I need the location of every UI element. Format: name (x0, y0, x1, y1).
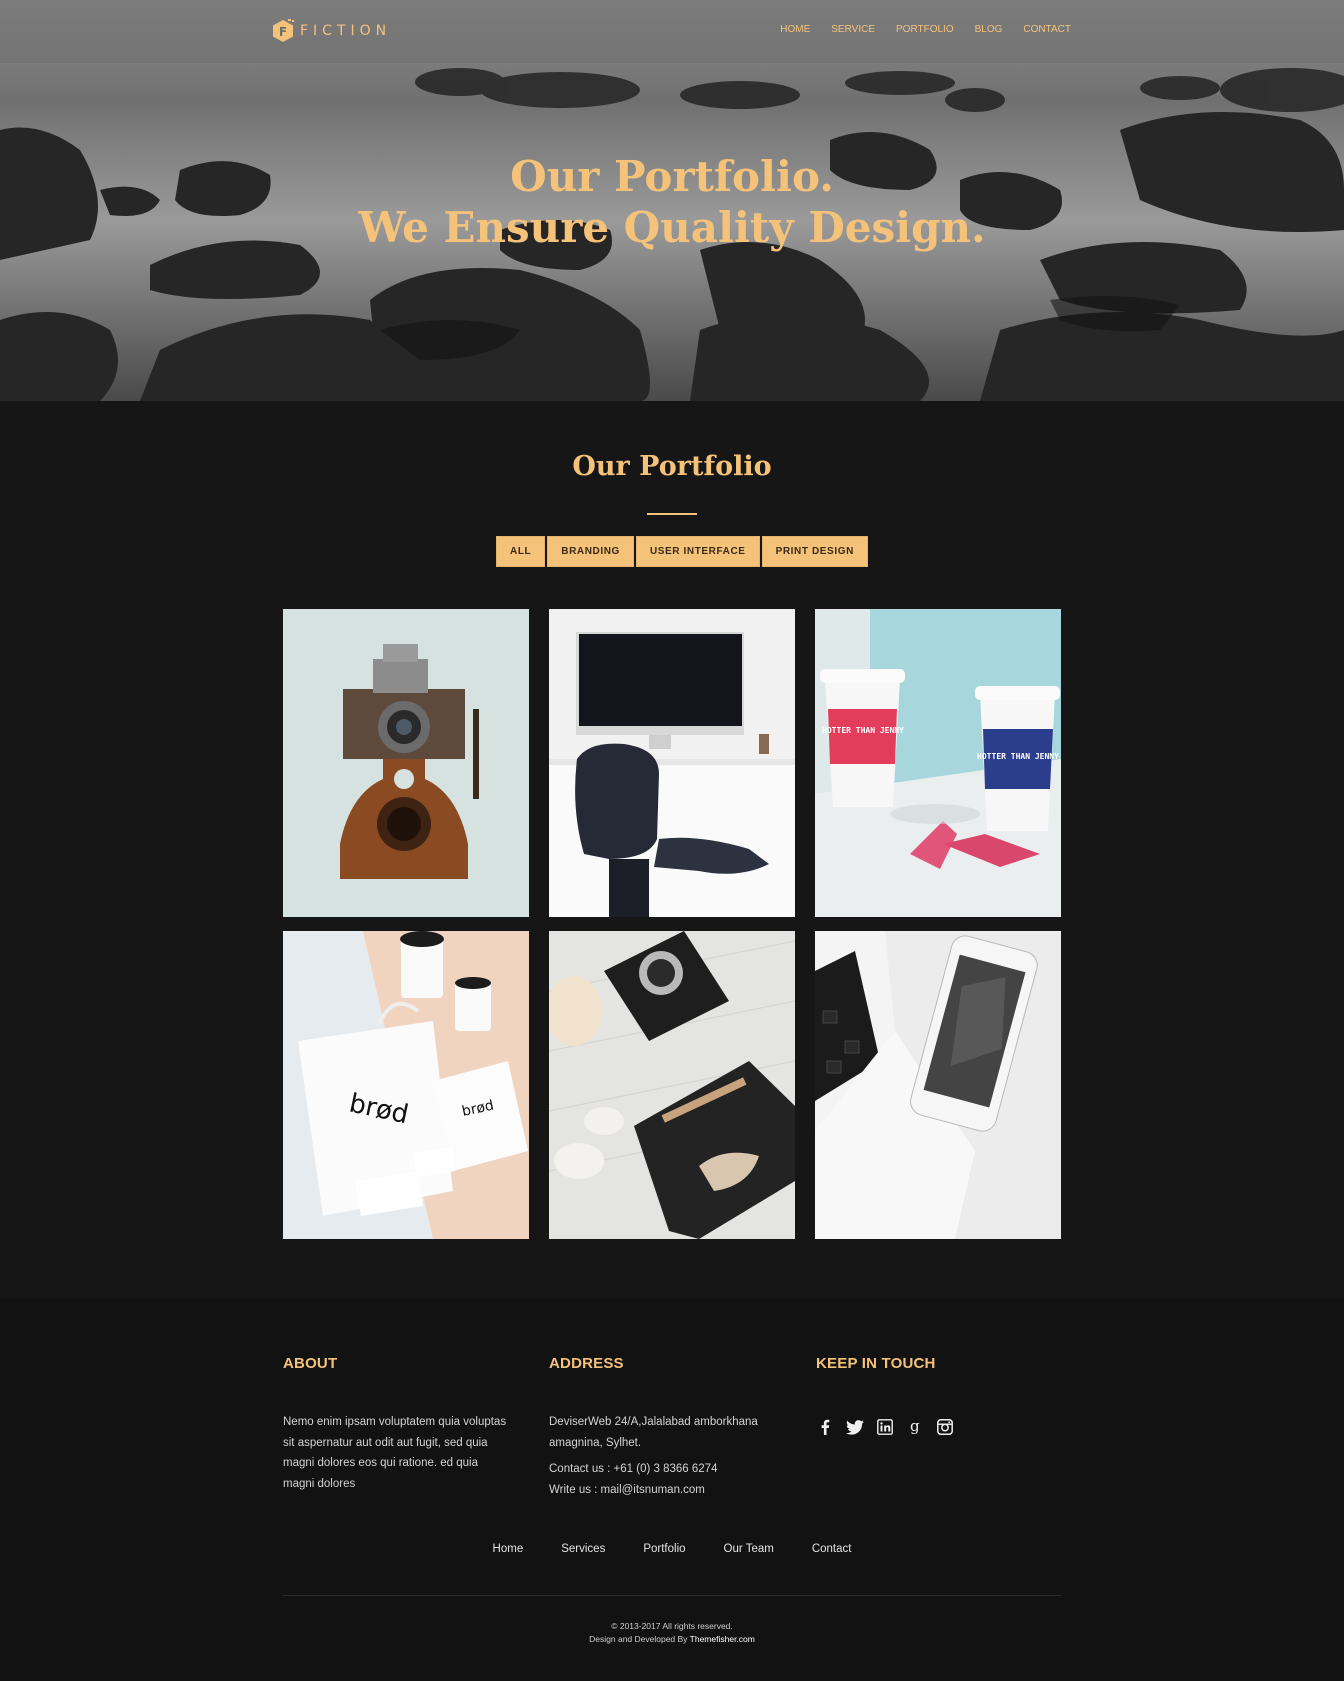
footer-link-contact[interactable]: Contact (812, 1543, 852, 1555)
footer-address: ADDRESS DeviserWeb 24/A,Jalalabad ambork… (549, 1355, 789, 1500)
nav-contact[interactable]: CONTACT (1023, 24, 1071, 35)
footer-about-line: sit aspernatur aut odit aut fugit, sed q… (283, 1436, 488, 1449)
credit-link[interactable]: Themefisher.com (690, 1634, 755, 1644)
portfolio-item[interactable]: HOTTER THAN JENNY HOTTER THAN JENNY (815, 609, 1061, 917)
portfolio-filter-bar: ALL BRANDING USER INTERFACE PRINT DESIGN (496, 536, 868, 567)
site-footer: ABOUT Nemo enim ipsam voluptatem quia vo… (0, 1299, 1344, 1681)
hero-title-line1: Our Portfolio. (510, 152, 834, 201)
address-line-1: DeviserWeb 24/A,Jalalabad amborkhana (549, 1416, 758, 1428)
nav-home[interactable]: HOME (780, 24, 810, 35)
contact-phone: Contact us : +61 (0) 3 8366 6274 (549, 1463, 718, 1475)
footer-address-heading: ADDRESS (549, 1355, 624, 1372)
facebook-icon[interactable] (816, 1418, 834, 1436)
footer-about-line: Nemo enim ipsam voluptatem quia voluptas (283, 1416, 507, 1428)
footer-link-services[interactable]: Services (561, 1543, 605, 1555)
camera-notebook-desk-photo (549, 931, 795, 1239)
footer-about-line: magni dolores eos qui ratione. ed quia (283, 1457, 478, 1469)
svg-text:F: F (279, 25, 287, 39)
copyright-text: © 2013-2017 All rights reserved. (611, 1621, 733, 1631)
footer-social-heading: KEEP IN TOUCH (816, 1355, 936, 1372)
address-line-2: amagnina, Sylhet. (549, 1436, 642, 1449)
portfolio-item[interactable] (549, 931, 795, 1239)
footer-about-heading: ABOUT (283, 1355, 338, 1372)
footer-about-line: magni dolores (283, 1477, 356, 1490)
social-icons: g (816, 1418, 954, 1436)
footer-social: KEEP IN TOUCH (816, 1355, 936, 1372)
filter-user-interface-button[interactable]: USER INTERFACE (635, 536, 760, 567)
laptop-smartphone-photo (815, 931, 1061, 1239)
brand-logo[interactable]: F FICTION (272, 18, 391, 44)
top-navbar: F FICTION HOME SERVICE PORTFOLIO BLOG CO… (0, 0, 1344, 63)
footer-about-text: Nemo enim ipsam voluptatem quia voluptas… (283, 1412, 513, 1494)
instagram-icon[interactable] (936, 1418, 954, 1436)
footer-link-portfolio[interactable]: Portfolio (643, 1543, 685, 1555)
footer-link-home[interactable]: Home (493, 1543, 524, 1555)
credit-line: Design and Developed By Themefisher.com (0, 1634, 1344, 1644)
portfolio-item[interactable] (549, 609, 795, 917)
nav-blog[interactable]: BLOG (975, 24, 1003, 35)
filter-branding-button[interactable]: BRANDING (547, 536, 634, 567)
footer-link-our-team[interactable]: Our Team (724, 1543, 774, 1555)
contact-email: Write us : mail@itsnuman.com (549, 1483, 705, 1496)
desk-computer-chair-photo (549, 609, 795, 917)
footer-links: Home Services Portfolio Our Team Contact (0, 1543, 1344, 1555)
footer-divider (283, 1595, 1061, 1596)
svg-text:g: g (910, 1418, 920, 1435)
svg-text:HOTTER THAN JENNY: HOTTER THAN JENNY (822, 726, 904, 735)
google-plus-icon[interactable]: g (906, 1418, 924, 1436)
svg-text:HOTTER THAN JENNY: HOTTER THAN JENNY (977, 752, 1059, 761)
coffee-cups-photo: HOTTER THAN JENNY HOTTER THAN JENNY (815, 609, 1061, 917)
portfolio-item[interactable] (815, 931, 1061, 1239)
vintage-camera-photo (283, 609, 529, 917)
main-nav: HOME SERVICE PORTFOLIO BLOG CONTACT (780, 24, 1071, 35)
filter-all-button[interactable]: ALL (496, 536, 546, 567)
hero-section: F FICTION HOME SERVICE PORTFOLIO BLOG CO… (0, 0, 1344, 401)
credit-prefix: Design and Developed By (589, 1634, 688, 1644)
nav-portfolio[interactable]: PORTFOLIO (896, 24, 954, 35)
footer-about: ABOUT Nemo enim ipsam voluptatem quia vo… (283, 1355, 513, 1494)
portfolio-item[interactable]: brød brød (283, 931, 529, 1239)
logo-hexagon-icon: F (272, 18, 294, 43)
brand-name: FICTION (300, 23, 392, 39)
twitter-icon[interactable] (846, 1418, 864, 1436)
portfolio-item[interactable] (283, 609, 529, 917)
linkedin-icon[interactable] (876, 1418, 894, 1436)
hero-title-line2: We Ensure Quality Design. (358, 203, 986, 252)
footer-address-text: DeviserWeb 24/A,Jalalabad amborkhana ama… (549, 1412, 789, 1500)
filter-print-design-button[interactable]: PRINT DESIGN (761, 536, 868, 567)
portfolio-section-title: Our Portfolio (572, 451, 772, 482)
brød-branding-mockup-photo: brød brød (283, 931, 529, 1239)
nav-service[interactable]: SERVICE (831, 24, 875, 35)
title-divider (647, 513, 697, 515)
